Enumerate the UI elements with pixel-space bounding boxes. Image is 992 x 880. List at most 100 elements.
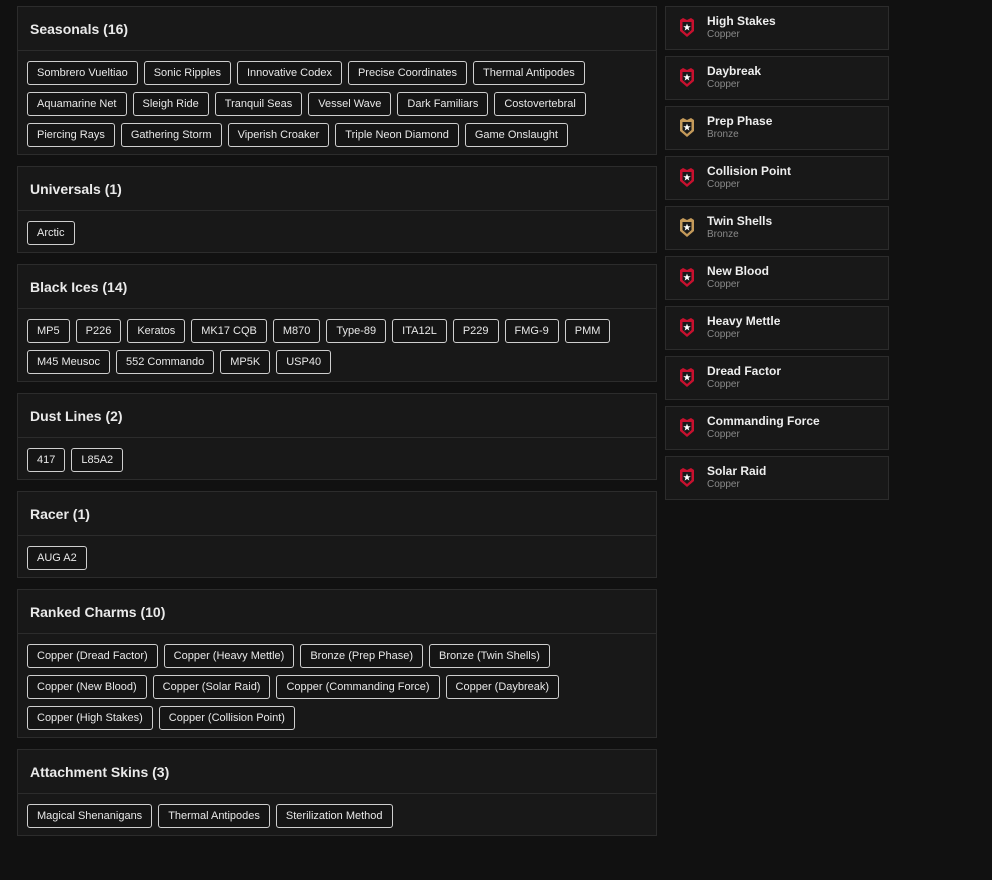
charm-card-collision-point[interactable]: Collision Point Copper bbox=[665, 156, 889, 200]
section-items: MP5 P226 Keratos MK17 CQB M870 Type-89 ITA12L P… bbox=[18, 309, 656, 381]
charm-text: Heavy Mettle Copper bbox=[707, 315, 780, 341]
item-chip[interactable]: Sterilization Method bbox=[275, 804, 393, 828]
charm-card-commanding-force[interactable]: Commanding Force Copper bbox=[665, 406, 889, 450]
rank-badge-icon bbox=[680, 468, 694, 487]
section-title: Seasonals (16) bbox=[18, 7, 656, 51]
item-chip[interactable]: Sleigh Ride bbox=[132, 92, 209, 116]
item-chip[interactable]: Copper (Heavy Mettle) bbox=[163, 644, 295, 668]
item-chip[interactable]: FMG-9 bbox=[504, 319, 559, 343]
item-chip[interactable]: M870 bbox=[272, 319, 321, 343]
rank-badge-icon bbox=[680, 318, 694, 337]
charm-card-heavy-mettle[interactable]: Heavy Mettle Copper bbox=[665, 306, 889, 350]
charm-card-prep-phase[interactable]: Prep Phase Bronze bbox=[665, 106, 889, 150]
section-items: 417 L85A2 bbox=[18, 438, 656, 479]
item-chip[interactable]: M45 Meusoc bbox=[27, 350, 110, 374]
charm-text: Prep Phase Bronze bbox=[707, 115, 772, 141]
charm-tier: Copper bbox=[707, 29, 740, 40]
section-ranked-charms: Ranked Charms (10) Copper (Dread Factor) C… bbox=[17, 589, 657, 738]
charm-text: New Blood Copper bbox=[707, 265, 769, 291]
section-items: Sombrero Vueltiao Sonic Ripples Innovative… bbox=[18, 51, 656, 154]
section-items: Magical Shenanigans Thermal Antipodes Ster… bbox=[18, 794, 656, 835]
charm-text: Commanding Force Copper bbox=[707, 415, 820, 441]
item-chip[interactable]: P229 bbox=[452, 319, 499, 343]
item-chip[interactable]: Gathering Storm bbox=[120, 123, 222, 147]
item-chip[interactable]: Copper (High Stakes) bbox=[27, 706, 153, 730]
charm-name: Solar Raid bbox=[707, 464, 767, 478]
section-attachment-skins: Attachment Skins (3) Magical Shenanigans T… bbox=[17, 749, 657, 836]
charm-name: Prep Phase bbox=[707, 114, 773, 128]
charm-tier: Bronze bbox=[707, 229, 739, 240]
item-chip[interactable]: Tranquil Seas bbox=[214, 92, 303, 116]
section-items: Copper (Dread Factor) Copper (Heavy Mettl… bbox=[18, 634, 656, 737]
charm-card-daybreak[interactable]: Daybreak Copper bbox=[665, 56, 889, 100]
item-chip[interactable]: ITA12L bbox=[392, 319, 447, 343]
item-chip[interactable]: Game Onslaught bbox=[464, 123, 568, 147]
item-chip[interactable]: Sombrero Vueltiao bbox=[27, 61, 138, 85]
item-chip[interactable]: Bronze (Twin Shells) bbox=[429, 644, 550, 668]
item-chip[interactable]: Sonic Ripples bbox=[143, 61, 231, 85]
item-chip[interactable]: USP40 bbox=[276, 350, 332, 374]
item-chip[interactable]: PMM bbox=[564, 319, 611, 343]
item-chip[interactable]: Arctic bbox=[27, 221, 75, 245]
charm-text: Solar Raid Copper bbox=[707, 465, 766, 491]
item-chip[interactable]: Type-89 bbox=[326, 319, 387, 343]
section-title: Dust Lines (2) bbox=[18, 394, 656, 438]
rank-badge-icon bbox=[680, 68, 694, 87]
item-chip[interactable]: AUG A2 bbox=[27, 546, 87, 570]
item-chip[interactable]: Copper (Solar Raid) bbox=[152, 675, 271, 699]
charm-tier: Copper bbox=[707, 379, 740, 390]
item-chip[interactable]: Thermal Antipodes bbox=[158, 804, 270, 828]
charm-tier: Copper bbox=[707, 279, 740, 290]
section-universals: Universals (1) Arctic bbox=[17, 166, 657, 253]
charm-card-high-stakes[interactable]: High Stakes Copper bbox=[665, 6, 889, 50]
item-chip[interactable]: Precise Coordinates bbox=[347, 61, 468, 85]
item-chip[interactable]: Copper (Daybreak) bbox=[445, 675, 560, 699]
item-chip[interactable]: MP5 bbox=[27, 319, 70, 343]
rank-badge-icon bbox=[680, 18, 694, 37]
item-chip[interactable]: Copper (New Blood) bbox=[27, 675, 147, 699]
charm-card-solar-raid[interactable]: Solar Raid Copper bbox=[665, 456, 889, 500]
charm-text: Twin Shells Bronze bbox=[707, 215, 772, 241]
item-chip[interactable]: Viperish Croaker bbox=[227, 123, 330, 147]
item-sections: Seasonals (16) Sombrero Vueltiao Sonic Rip… bbox=[17, 6, 657, 847]
item-chip[interactable]: Piercing Rays bbox=[27, 123, 115, 147]
item-chip[interactable]: Costovertebral bbox=[494, 92, 586, 116]
item-chip[interactable]: P226 bbox=[75, 319, 122, 343]
charm-name: Twin Shells bbox=[707, 214, 773, 228]
item-chip[interactable]: Magical Shenanigans bbox=[27, 804, 153, 828]
item-chip[interactable]: MP5K bbox=[220, 350, 271, 374]
charm-tier: Copper bbox=[707, 479, 740, 490]
charm-text: Collision Point Copper bbox=[707, 165, 791, 191]
charm-card-dread-factor[interactable]: Dread Factor Copper bbox=[665, 356, 889, 400]
section-title: Universals (1) bbox=[18, 167, 656, 211]
charm-text: High Stakes Copper bbox=[707, 15, 776, 41]
item-chip[interactable]: Triple Neon Diamond bbox=[335, 123, 459, 147]
section-dust-lines: Dust Lines (2) 417 L85A2 bbox=[17, 393, 657, 480]
item-chip[interactable]: Copper (Collision Point) bbox=[158, 706, 295, 730]
item-chip[interactable]: Vessel Wave bbox=[308, 92, 392, 116]
item-chip[interactable]: Thermal Antipodes bbox=[473, 61, 585, 85]
charm-name: Heavy Mettle bbox=[707, 314, 781, 328]
section-items: AUG A2 bbox=[18, 536, 656, 577]
section-title: Racer (1) bbox=[18, 492, 656, 536]
item-chip[interactable]: Aquamarine Net bbox=[27, 92, 127, 116]
charm-tier: Copper bbox=[707, 429, 740, 440]
item-chip[interactable]: Copper (Commanding Force) bbox=[276, 675, 440, 699]
charm-tier: Copper bbox=[707, 179, 740, 190]
charm-card-new-blood[interactable]: New Blood Copper bbox=[665, 256, 889, 300]
item-chip[interactable]: 417 bbox=[27, 448, 66, 472]
item-chip[interactable]: Dark Familiars bbox=[397, 92, 489, 116]
item-chip[interactable]: 552 Commando bbox=[115, 350, 215, 374]
item-chip[interactable]: Copper (Dread Factor) bbox=[27, 644, 158, 668]
rank-badge-icon bbox=[680, 268, 694, 287]
charm-name: Commanding Force bbox=[707, 414, 820, 428]
charm-card-twin-shells[interactable]: Twin Shells Bronze bbox=[665, 206, 889, 250]
charm-name: Collision Point bbox=[707, 164, 791, 178]
item-chip[interactable]: Innovative Codex bbox=[236, 61, 342, 85]
item-chip[interactable]: Keratos bbox=[127, 319, 186, 343]
section-items: Arctic bbox=[18, 211, 656, 252]
item-chip[interactable]: MK17 CQB bbox=[191, 319, 267, 343]
charm-text: Daybreak Copper bbox=[707, 65, 761, 91]
item-chip[interactable]: L85A2 bbox=[71, 448, 124, 472]
item-chip[interactable]: Bronze (Prep Phase) bbox=[300, 644, 424, 668]
